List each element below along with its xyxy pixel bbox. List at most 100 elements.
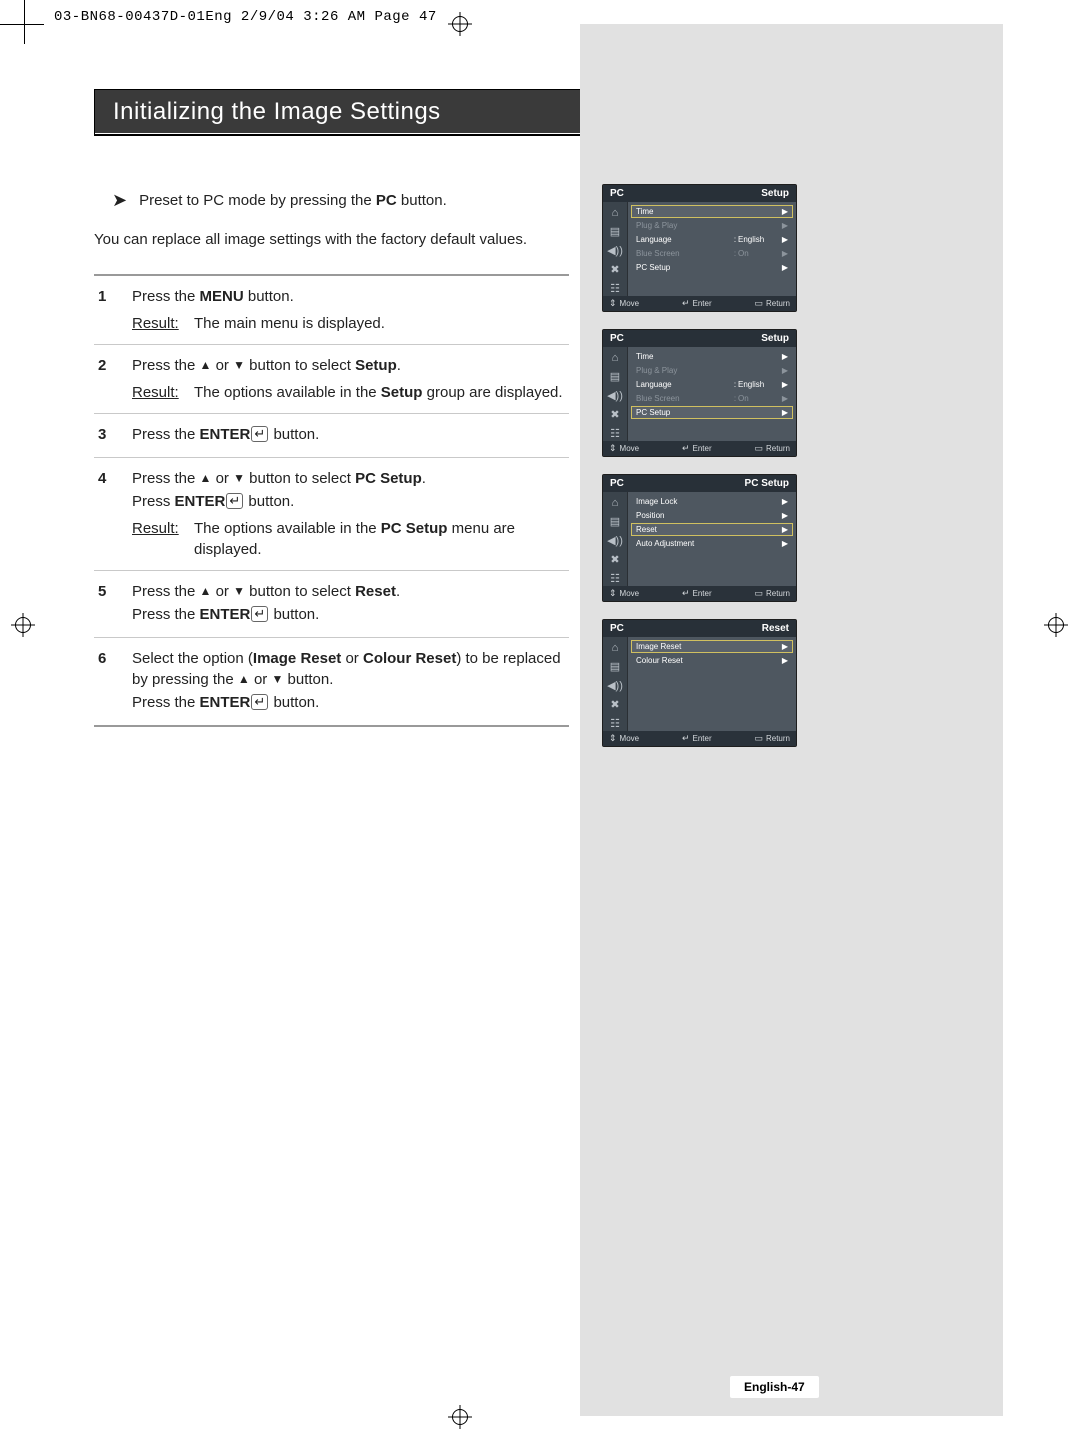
osd-item-label: Colour Reset bbox=[636, 656, 732, 665]
osd-item[interactable]: Reset▶ bbox=[631, 523, 793, 536]
step-body: Press the MENU button. ResultThe main men… bbox=[132, 286, 569, 334]
step-text: Press the ▲ or ▼ button to select Setup. bbox=[132, 355, 569, 376]
osd-item-value: On bbox=[738, 249, 780, 258]
osd-footer-return: ▭Return bbox=[754, 298, 790, 309]
osd-footer-enter: ↵Enter bbox=[682, 733, 712, 744]
osd-item[interactable]: Colour Reset ▶ bbox=[631, 654, 793, 667]
return-icon: ▭ bbox=[754, 443, 763, 454]
osd-sidebar-icon: ⌂ bbox=[606, 495, 624, 510]
osd-item[interactable]: Image Lock▶ bbox=[631, 495, 793, 508]
chevron-right-icon: ▶ bbox=[780, 656, 788, 665]
note-arrow-icon: ➤ bbox=[112, 190, 127, 209]
return-icon: ▭ bbox=[754, 298, 763, 309]
osd-list: Image Lock▶Position▶Reset▶Auto Adjustmen… bbox=[628, 492, 796, 586]
step-text: Press the ENTER↵ button. bbox=[132, 604, 569, 625]
osd-sidebar-icon: ✖ bbox=[606, 262, 624, 277]
osd-footer: ⇕Move↵Enter▭Return bbox=[603, 731, 796, 746]
chevron-right-icon: ▶ bbox=[780, 249, 788, 258]
print-header: 03-BN68-00437D-01Eng 2/9/04 3:26 AM Page… bbox=[54, 9, 437, 25]
osd-item[interactable]: PC Setup▶ bbox=[631, 261, 793, 274]
osd-sidebar-icon: ◀)) bbox=[606, 533, 624, 548]
osd-item-label: Image Lock bbox=[636, 497, 732, 506]
osd-item[interactable]: Auto Adjustment ▶ bbox=[631, 537, 793, 550]
chevron-right-icon: ▶ bbox=[780, 366, 788, 375]
osd-list: Image Reset ▶ Colour Reset ▶ bbox=[628, 637, 796, 731]
osd-list: Time▶Plug & Play▶Language:English▶Blue S… bbox=[628, 202, 796, 296]
osd-setup-pcsetup: PCSetup⌂▤◀))✖☷Time▶Plug & Play▶Language:… bbox=[602, 329, 797, 457]
step-row: 6Select the option (Image Reset or Colou… bbox=[94, 638, 569, 727]
osd-sidebar-icon: ☷ bbox=[606, 426, 624, 441]
step-body: Select the option (Image Reset or Colour… bbox=[132, 648, 569, 715]
osd-sidebar-icon: ✖ bbox=[606, 407, 624, 422]
registration-mark bbox=[1044, 613, 1068, 637]
osd-footer-move: ⇕Move bbox=[609, 588, 639, 599]
move-icon: ⇕ bbox=[609, 588, 617, 599]
step-number: 2 bbox=[98, 355, 132, 403]
step-row: 5Press the ▲ or ▼ button to select Reset… bbox=[94, 571, 569, 638]
osd-item[interactable]: Position▶ bbox=[631, 509, 793, 522]
osd-item-label: Reset bbox=[636, 525, 732, 534]
osd-item[interactable]: Language:English▶ bbox=[631, 378, 793, 391]
result-row: ResultThe options available in the PC Se… bbox=[132, 518, 569, 560]
osd-item[interactable]: Blue Screen:On▶ bbox=[631, 247, 793, 260]
osd-body: ⌂▤◀))✖☷Image Lock▶Position▶Reset▶Auto Ad… bbox=[603, 492, 796, 586]
osd-sidebar-icon: ▤ bbox=[606, 369, 624, 384]
osd-title: Setup bbox=[761, 333, 789, 344]
step-body: Press the ▲ or ▼ button to select Setup.… bbox=[132, 355, 569, 403]
result-row: ResultThe main menu is displayed. bbox=[132, 313, 569, 334]
osd-footer-enter: ↵Enter bbox=[682, 443, 712, 454]
chevron-right-icon: ▶ bbox=[780, 642, 788, 651]
chevron-right-icon: ▶ bbox=[780, 235, 788, 244]
osd-sidebar-icon: ✖ bbox=[606, 697, 624, 712]
osd-item[interactable]: Image Reset ▶ bbox=[631, 640, 793, 653]
osd-item[interactable]: PC Setup▶ bbox=[631, 406, 793, 419]
osd-item-label: Blue Screen bbox=[636, 394, 732, 403]
osd-sidebar-icon: ⌂ bbox=[606, 350, 624, 365]
result-label: Result bbox=[132, 518, 194, 560]
osd-item[interactable]: Language:English▶ bbox=[631, 233, 793, 246]
osd-item-label: Auto Adjustment bbox=[636, 539, 732, 548]
osd-footer-enter: ↵Enter bbox=[682, 588, 712, 599]
main-content: ➤ Preset to PC mode by pressing the PC b… bbox=[94, 190, 569, 727]
osd-mode: PC bbox=[610, 478, 624, 489]
osd-mode: PC bbox=[610, 188, 624, 199]
step-text: Press the ▲ or ▼ button to select Reset. bbox=[132, 581, 569, 602]
osd-body: ⌂▤◀))✖☷Time▶Plug & Play▶Language:English… bbox=[603, 347, 796, 441]
osd-item-value: English bbox=[738, 235, 780, 244]
step-text: Press the ENTER↵ button. bbox=[132, 424, 569, 445]
osd-reset-imagereset: PCReset⌂▤◀))✖☷Image Reset▶Colour Reset▶⇕… bbox=[602, 619, 797, 747]
osd-sidebar-icon: ◀)) bbox=[606, 388, 624, 403]
osd-sidebar-icon: ✖ bbox=[606, 552, 624, 567]
step-body: Press the ▲ or ▼ button to select Reset.… bbox=[132, 581, 569, 627]
registration-mark bbox=[448, 12, 472, 36]
osd-sidebar-icon: ⌂ bbox=[606, 205, 624, 220]
step-text: Press the MENU button. bbox=[132, 286, 569, 307]
chevron-right-icon: ▶ bbox=[780, 221, 788, 230]
chevron-right-icon: ▶ bbox=[780, 539, 788, 548]
step-number: 5 bbox=[98, 581, 132, 627]
osd-item[interactable]: Plug & Play▶ bbox=[631, 364, 793, 377]
osd-body: ⌂▤◀))✖☷Time▶Plug & Play▶Language:English… bbox=[603, 202, 796, 296]
osd-item[interactable]: Time▶ bbox=[631, 205, 793, 218]
osd-sidebar-icon: ▤ bbox=[606, 224, 624, 239]
osd-header: PCPC Setup bbox=[603, 475, 796, 492]
osd-mode: PC bbox=[610, 623, 624, 634]
osd-setup-time: PCSetup⌂▤◀))✖☷Time▶Plug & Play▶Language:… bbox=[602, 184, 797, 312]
osd-pcsetup-reset: PCPC Setup⌂▤◀))✖☷Image Lock▶Position▶Res… bbox=[602, 474, 797, 602]
osd-item[interactable]: Time▶ bbox=[631, 350, 793, 363]
move-icon: ⇕ bbox=[609, 298, 617, 309]
crop-mark bbox=[24, 0, 25, 44]
return-icon: ▭ bbox=[754, 588, 763, 599]
registration-mark bbox=[448, 1405, 472, 1429]
step-text: Select the option (Image Reset or Colour… bbox=[132, 648, 569, 690]
osd-sidebar: ⌂▤◀))✖☷ bbox=[603, 637, 628, 731]
step-row: 4Press the ▲ or ▼ button to select PC Se… bbox=[94, 458, 569, 571]
osd-item-label: Time bbox=[636, 352, 732, 361]
osd-item[interactable]: Blue Screen:On▶ bbox=[631, 392, 793, 405]
osd-item[interactable]: Plug & Play▶ bbox=[631, 219, 793, 232]
osd-item-label: Image Reset bbox=[636, 642, 732, 651]
result-text: The options available in the PC Setup me… bbox=[194, 518, 569, 560]
osd-footer-return: ▭Return bbox=[754, 443, 790, 454]
enter-icon: ↵ bbox=[682, 443, 690, 454]
step-text: Press the ENTER↵ button. bbox=[132, 692, 569, 713]
